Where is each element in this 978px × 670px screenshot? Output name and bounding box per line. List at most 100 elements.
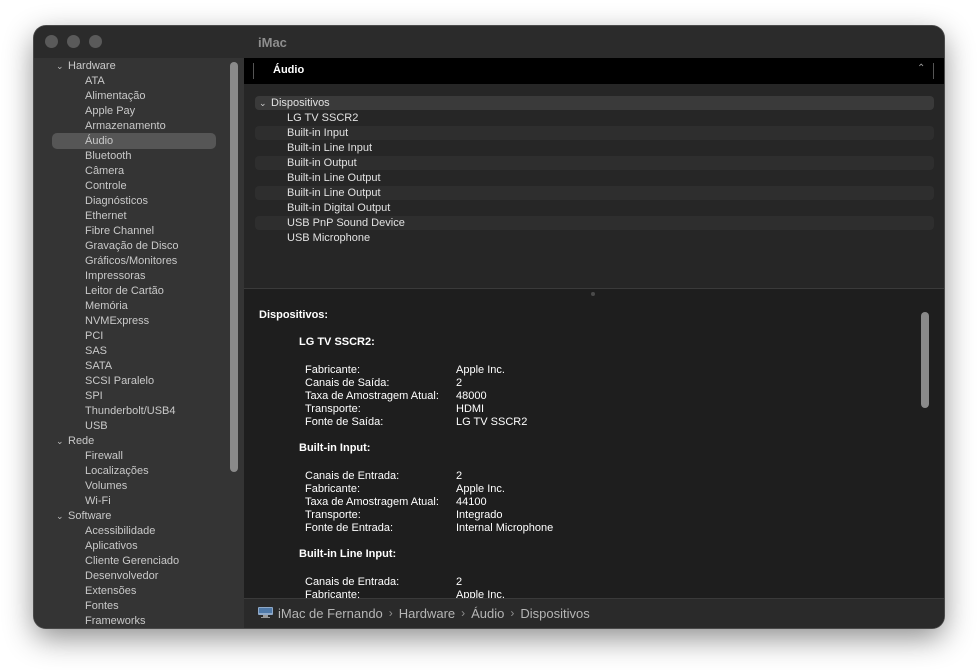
window-title: iMac (258, 35, 287, 50)
sidebar-item-label: USB (85, 420, 108, 432)
sidebar-item[interactable]: Cliente Gerenciado (85, 554, 179, 569)
sidebar-item[interactable]: Acessibilidade (85, 524, 155, 539)
tree-row[interactable]: Built-in Input (255, 126, 934, 140)
sidebar-item[interactable]: Wi-Fi (85, 494, 111, 509)
sidebar-item[interactable]: Leitor de Cartão (85, 284, 164, 299)
sidebar-item[interactable]: USB (85, 419, 108, 434)
sidebar-item-label: Volumes (85, 480, 128, 492)
sidebar-item[interactable]: Bluetooth (85, 149, 131, 164)
sidebar-item[interactable]: Áudio (51, 133, 217, 149)
sidebar-item[interactable]: Câmera (85, 164, 124, 179)
property-key: Transporte: (305, 403, 361, 415)
property-value: Apple Inc. (456, 364, 505, 376)
sidebar-item[interactable]: Armazenamento (85, 119, 166, 134)
sidebar-item-label: Bluetooth (85, 150, 132, 162)
property-value: 2 (456, 576, 463, 588)
property-key: Fabricante: (305, 364, 361, 376)
sidebar-item[interactable]: Extensões (85, 584, 136, 599)
sidebar-item-label: Memória (85, 300, 128, 312)
sidebar-item-label: NVMExpress (85, 315, 150, 327)
sidebar-item-label: Impressoras (85, 270, 146, 282)
sidebar-item-label: Extensões (85, 585, 137, 597)
path-crumb[interactable]: Áudio (471, 606, 504, 621)
sidebar-item[interactable]: Aplicativos (85, 539, 138, 554)
sidebar-item[interactable]: Memória (85, 299, 128, 314)
property-key: Taxa de Amostragem Atual: (305, 390, 439, 402)
path-crumb[interactable]: Hardware (399, 606, 455, 621)
chevron-up-icon[interactable]: ⌃ (917, 63, 925, 74)
property-value: Apple Inc. (456, 483, 505, 495)
sidebar-item[interactable]: Controle (85, 179, 127, 194)
path-crumb[interactable]: Dispositivos (520, 606, 589, 621)
close-button[interactable] (45, 35, 58, 48)
tree-row[interactable]: Built-in Output (255, 156, 934, 170)
sidebar-item[interactable]: Thunderbolt/USB4 (85, 404, 176, 419)
chevron-down-icon[interactable]: ⌄ (56, 434, 68, 449)
sidebar-scrollbar[interactable] (230, 62, 238, 472)
sidebar-item[interactable]: Gráficos/Monitores (85, 254, 177, 269)
detail-scrollbar[interactable] (921, 312, 929, 408)
sidebar-item-label: SATA (85, 360, 113, 372)
sidebar-item[interactable]: SPI (85, 389, 103, 404)
sidebar-group-hardware[interactable]: ⌄ Hardware (56, 59, 116, 74)
chevron-down-icon[interactable]: ⌄ (259, 96, 267, 110)
tree-group-label: Dispositivos (271, 97, 330, 109)
sidebar-item-label: ATA (85, 75, 105, 87)
tree-row[interactable]: Built-in Digital Output (255, 201, 934, 215)
tree-group-devices[interactable]: ⌄ Dispositivos (255, 96, 934, 110)
chevron-down-icon[interactable]: ⌄ (56, 59, 68, 74)
chevron-down-icon[interactable]: ⌄ (56, 509, 68, 524)
tree-row[interactable]: USB Microphone (255, 231, 934, 245)
sidebar-item-label: SCSI Paralelo (85, 375, 155, 387)
sidebar: ⌄ Hardware ATA Alimentação Apple Pay Armazena… (34, 58, 244, 628)
sidebar-item-label: Apple Pay (85, 105, 136, 117)
sidebar-item[interactable]: Impressoras (85, 269, 146, 284)
sidebar-item[interactable]: SAS (85, 344, 107, 359)
sidebar-item[interactable]: Apple Pay (85, 104, 135, 119)
path-crumb[interactable]: iMac de Fernando (278, 606, 383, 621)
property-value: 44100 (456, 496, 487, 508)
sidebar-item[interactable]: Volumes (85, 479, 127, 494)
chevron-right-icon: › (388, 606, 393, 620)
sidebar-item[interactable]: Gravação de Disco (85, 239, 179, 254)
sidebar-item[interactable]: PCI (85, 329, 103, 344)
property-key: Canais de Entrada: (305, 576, 400, 588)
sidebar-item[interactable]: Frameworks (85, 614, 146, 628)
sidebar-item-label: Diagnósticos (85, 195, 148, 207)
tree-row[interactable]: Built-in Line Output (255, 171, 934, 185)
sidebar-item-label: Wi-Fi (85, 495, 111, 507)
sidebar-item-label: Aplicativos (85, 540, 138, 552)
sidebar-group-software[interactable]: ⌄ Software (56, 509, 111, 524)
sidebar-item[interactable]: ATA (85, 74, 105, 89)
sidebar-item[interactable]: Ethernet (85, 209, 127, 224)
sidebar-item[interactable]: Diagnósticos (85, 194, 148, 209)
tree-row[interactable]: Built-in Line Input (255, 141, 934, 155)
tree-row[interactable]: USB PnP Sound Device (255, 216, 934, 230)
sidebar-item[interactable]: Localizações (85, 464, 149, 479)
sidebar-item[interactable]: Firewall (85, 449, 123, 464)
sidebar-item[interactable]: Fontes (85, 599, 119, 614)
property-key: Taxa de Amostragem Atual: (305, 496, 439, 508)
property-key: Canais de Saída: (305, 377, 390, 389)
sidebar-item[interactable]: Desenvolvedor (85, 569, 158, 584)
property-key: Fonte de Entrada: (305, 522, 394, 534)
sidebar-item-label: Ethernet (85, 210, 127, 222)
sidebar-item-label: SPI (85, 390, 103, 402)
sidebar-group-rede[interactable]: ⌄ Rede (56, 434, 94, 449)
zoom-button[interactable] (89, 35, 102, 48)
sidebar-item-label: Controle (85, 180, 127, 192)
sidebar-item[interactable]: Fibre Channel (85, 224, 154, 239)
detail-heading: Dispositivos: (259, 309, 329, 321)
sidebar-item[interactable]: SCSI Paralelo (85, 374, 154, 389)
tree-row[interactable]: LG TV SSCR2 (255, 111, 934, 125)
sidebar-item-label: Frameworks (85, 615, 146, 627)
minimize-button[interactable] (67, 35, 80, 48)
sidebar-item[interactable]: SATA (85, 359, 112, 374)
sidebar-item[interactable]: NVMExpress (85, 314, 149, 329)
sidebar-item[interactable]: Alimentação (85, 89, 146, 104)
sidebar-item-label: Acessibilidade (85, 525, 156, 537)
imac-icon (258, 607, 273, 618)
sidebar-item-label: Hardware (68, 60, 116, 72)
tree-row[interactable]: Built-in Line Output (255, 186, 934, 200)
sidebar-item-label: Áudio (85, 135, 114, 147)
